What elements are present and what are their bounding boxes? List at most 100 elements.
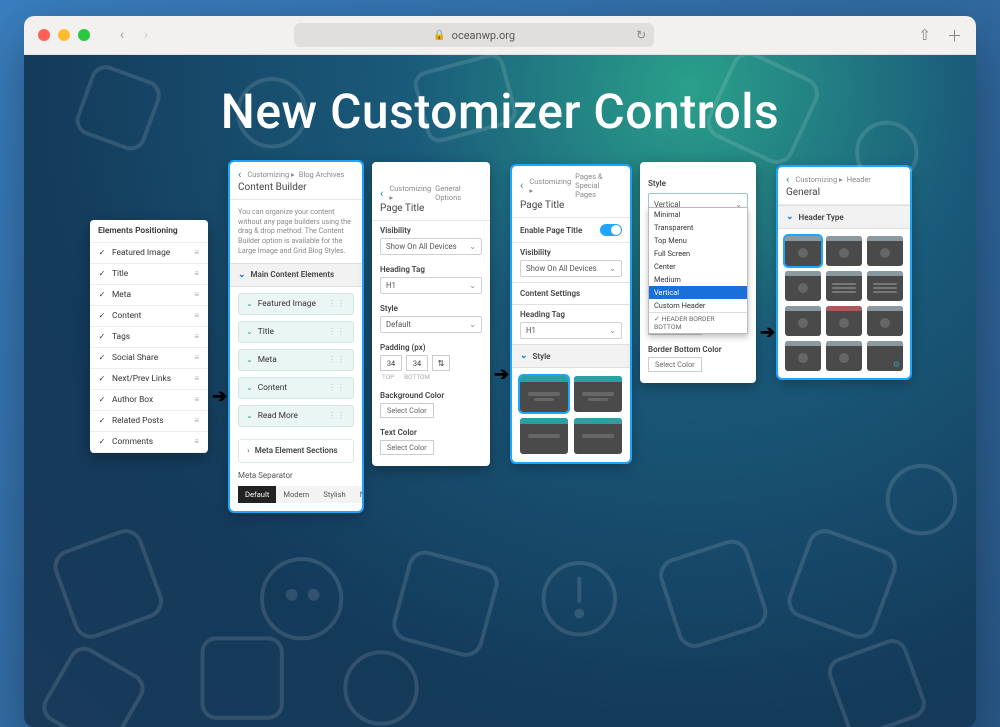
header-thumbnail[interactable]	[826, 271, 862, 301]
padding-top-input[interactable]: 34	[380, 355, 402, 371]
list-item[interactable]: Author Box≡	[90, 390, 208, 411]
panel-title: Page Title	[372, 203, 490, 220]
panel-new-content-builder: ‹Customizing ▸ Blog Archives Content Bui…	[230, 162, 362, 511]
dropdown-option[interactable]: Custom Header	[649, 299, 747, 312]
accordion-style[interactable]: ⌄Style	[512, 344, 630, 368]
check-icon	[98, 249, 106, 257]
comparison-pair-3: Style Vertical⌄ Minimal Transparent Top …	[640, 162, 910, 383]
style-thumbnail[interactable]	[520, 418, 568, 454]
list-item[interactable]: Title≡	[90, 264, 208, 285]
dropdown-option[interactable]: Top Menu	[649, 234, 747, 247]
arrow-right-icon: ➔	[760, 322, 774, 343]
page-headline: New Customizer Controls	[24, 83, 976, 140]
url-host: oceanwp.org	[452, 29, 515, 42]
select-color-button[interactable]: Select Color	[648, 357, 702, 372]
tab-default[interactable]: Default	[238, 486, 276, 503]
section-heading: Content Settings	[512, 282, 630, 305]
header-thumbnail[interactable]	[785, 271, 821, 301]
header-thumbnail[interactable]	[867, 236, 903, 266]
header-thumbnail[interactable]	[826, 236, 862, 266]
dropdown-option[interactable]: Vertical	[649, 286, 747, 299]
panel-old-page-title: ‹Customizing ▸ General Options Page Titl…	[372, 162, 490, 466]
address-bar[interactable]: 🔒 oceanwp.org ↻	[294, 23, 654, 47]
draggable-item[interactable]: ⌄Title⋮⋮	[238, 321, 354, 343]
back-button[interactable]: ‹	[786, 173, 789, 186]
gear-icon: ⚙	[893, 360, 900, 369]
header-thumbnail[interactable]	[785, 236, 821, 266]
panels-row: Elements Positioning Featured Image≡ Tit…	[24, 162, 976, 511]
style-thumbnail[interactable]	[574, 418, 622, 454]
style-dropdown[interactable]: Vertical⌄ Minimal Transparent Top Menu F…	[648, 193, 748, 215]
accordion-header-type[interactable]: ⌄Header Type	[778, 205, 910, 229]
draggable-item[interactable]: ⌄Featured Image⋮⋮	[238, 293, 354, 315]
list-item[interactable]: Comments≡	[90, 432, 208, 453]
share-icon[interactable]: ⇧	[918, 26, 931, 44]
visibility-select[interactable]: Show On All Devices⌄	[380, 238, 482, 255]
comparison-pair-2: ‹Customizing ▸ General Options Page Titl…	[372, 162, 630, 466]
draggable-item[interactable]: ⌄Meta⋮⋮	[238, 349, 354, 371]
drag-handle-icon[interactable]: ≡	[194, 248, 200, 257]
arrow-right-icon: ➔	[494, 364, 508, 385]
dropdown-option[interactable]: Full Screen	[649, 247, 747, 260]
maximize-window-button[interactable]	[78, 29, 90, 41]
chevron-down-icon: ⌄	[469, 242, 476, 251]
back-button[interactable]: ‹	[380, 187, 383, 200]
drag-handle-icon[interactable]: ⋮⋮	[328, 299, 346, 308]
dropdown-option[interactable]: Minimal	[649, 208, 747, 221]
window-controls	[38, 29, 90, 41]
header-thumbnail[interactable]	[826, 341, 862, 371]
header-thumbnail[interactable]	[867, 271, 903, 301]
dropdown-option[interactable]: Medium	[649, 273, 747, 286]
accordion-header[interactable]: ⌄Main Content Elements	[230, 263, 362, 287]
tab-stylish[interactable]: Stylish	[316, 486, 352, 503]
page-background: ‹ › 🔒 oceanwp.org ↻ ⇧ ＋ New Customizer C…	[0, 0, 1000, 727]
accordion-header[interactable]: ›Meta Element Sections	[238, 439, 354, 463]
dropdown-option[interactable]: HEADER BORDER BOTTOM	[649, 312, 747, 333]
list-item[interactable]: Related Posts≡	[90, 411, 208, 432]
style-thumbnail[interactable]	[520, 376, 568, 412]
header-thumbnail[interactable]: ⚙	[867, 341, 903, 371]
minimize-window-button[interactable]	[58, 29, 70, 41]
lock-icon: 🔒	[433, 30, 445, 41]
heading-tag-select[interactable]: H1⌄	[520, 322, 622, 339]
draggable-item[interactable]: ⌄Read More⋮⋮	[238, 405, 354, 427]
meta-separator-tabs: Default Modern Stylish None	[238, 486, 354, 503]
header-thumbnail[interactable]	[826, 306, 862, 336]
tab-none[interactable]: None	[353, 486, 362, 503]
comparison-pair-1: Elements Positioning Featured Image≡ Tit…	[90, 162, 362, 511]
browser-chrome: ‹ › 🔒 oceanwp.org ↻ ⇧ ＋	[24, 16, 976, 55]
select-color-button[interactable]: Select Color	[380, 440, 434, 455]
dropdown-option[interactable]: Transparent	[649, 221, 747, 234]
browser-window: ‹ › 🔒 oceanwp.org ↻ ⇧ ＋ New Customizer C…	[24, 16, 976, 727]
header-type-thumbnails: ⚙	[778, 229, 910, 378]
visibility-select[interactable]: Show On All Devices⌄	[520, 260, 622, 277]
nav-forward-button[interactable]: ›	[136, 25, 156, 45]
style-select[interactable]: Default⌄	[380, 316, 482, 333]
refresh-icon[interactable]: ↻	[636, 28, 646, 42]
dropdown-list: Minimal Transparent Top Menu Full Screen…	[648, 207, 748, 334]
close-window-button[interactable]	[38, 29, 50, 41]
back-button[interactable]: ‹	[238, 168, 241, 181]
header-thumbnail[interactable]	[785, 306, 821, 336]
dropdown-option[interactable]: Center	[649, 260, 747, 273]
link-values-toggle[interactable]: ⇅	[432, 355, 450, 371]
heading-tag-select[interactable]: H1⌄	[380, 277, 482, 294]
select-color-button[interactable]: Select Color	[380, 403, 434, 418]
list-item[interactable]: Tags≡	[90, 327, 208, 348]
tab-modern[interactable]: Modern	[276, 486, 316, 503]
draggable-item[interactable]: ⌄Content⋮⋮	[238, 377, 354, 399]
list-item[interactable]: Meta≡	[90, 285, 208, 306]
list-item[interactable]: Content≡	[90, 306, 208, 327]
header-thumbnail[interactable]	[785, 341, 821, 371]
enable-page-title-toggle[interactable]	[600, 224, 622, 236]
panel-old-header-style: Style Vertical⌄ Minimal Transparent Top …	[640, 162, 756, 383]
list-item[interactable]: Featured Image≡	[90, 243, 208, 264]
style-thumbnail[interactable]	[574, 376, 622, 412]
new-tab-button[interactable]: ＋	[947, 25, 962, 46]
back-button[interactable]: ‹	[520, 179, 523, 192]
list-item[interactable]: Next/Prev Links≡	[90, 369, 208, 390]
list-item[interactable]: Social Share≡	[90, 348, 208, 369]
header-thumbnail[interactable]	[867, 306, 903, 336]
nav-back-button[interactable]: ‹	[112, 25, 132, 45]
padding-bottom-input[interactable]: 34	[406, 355, 428, 371]
